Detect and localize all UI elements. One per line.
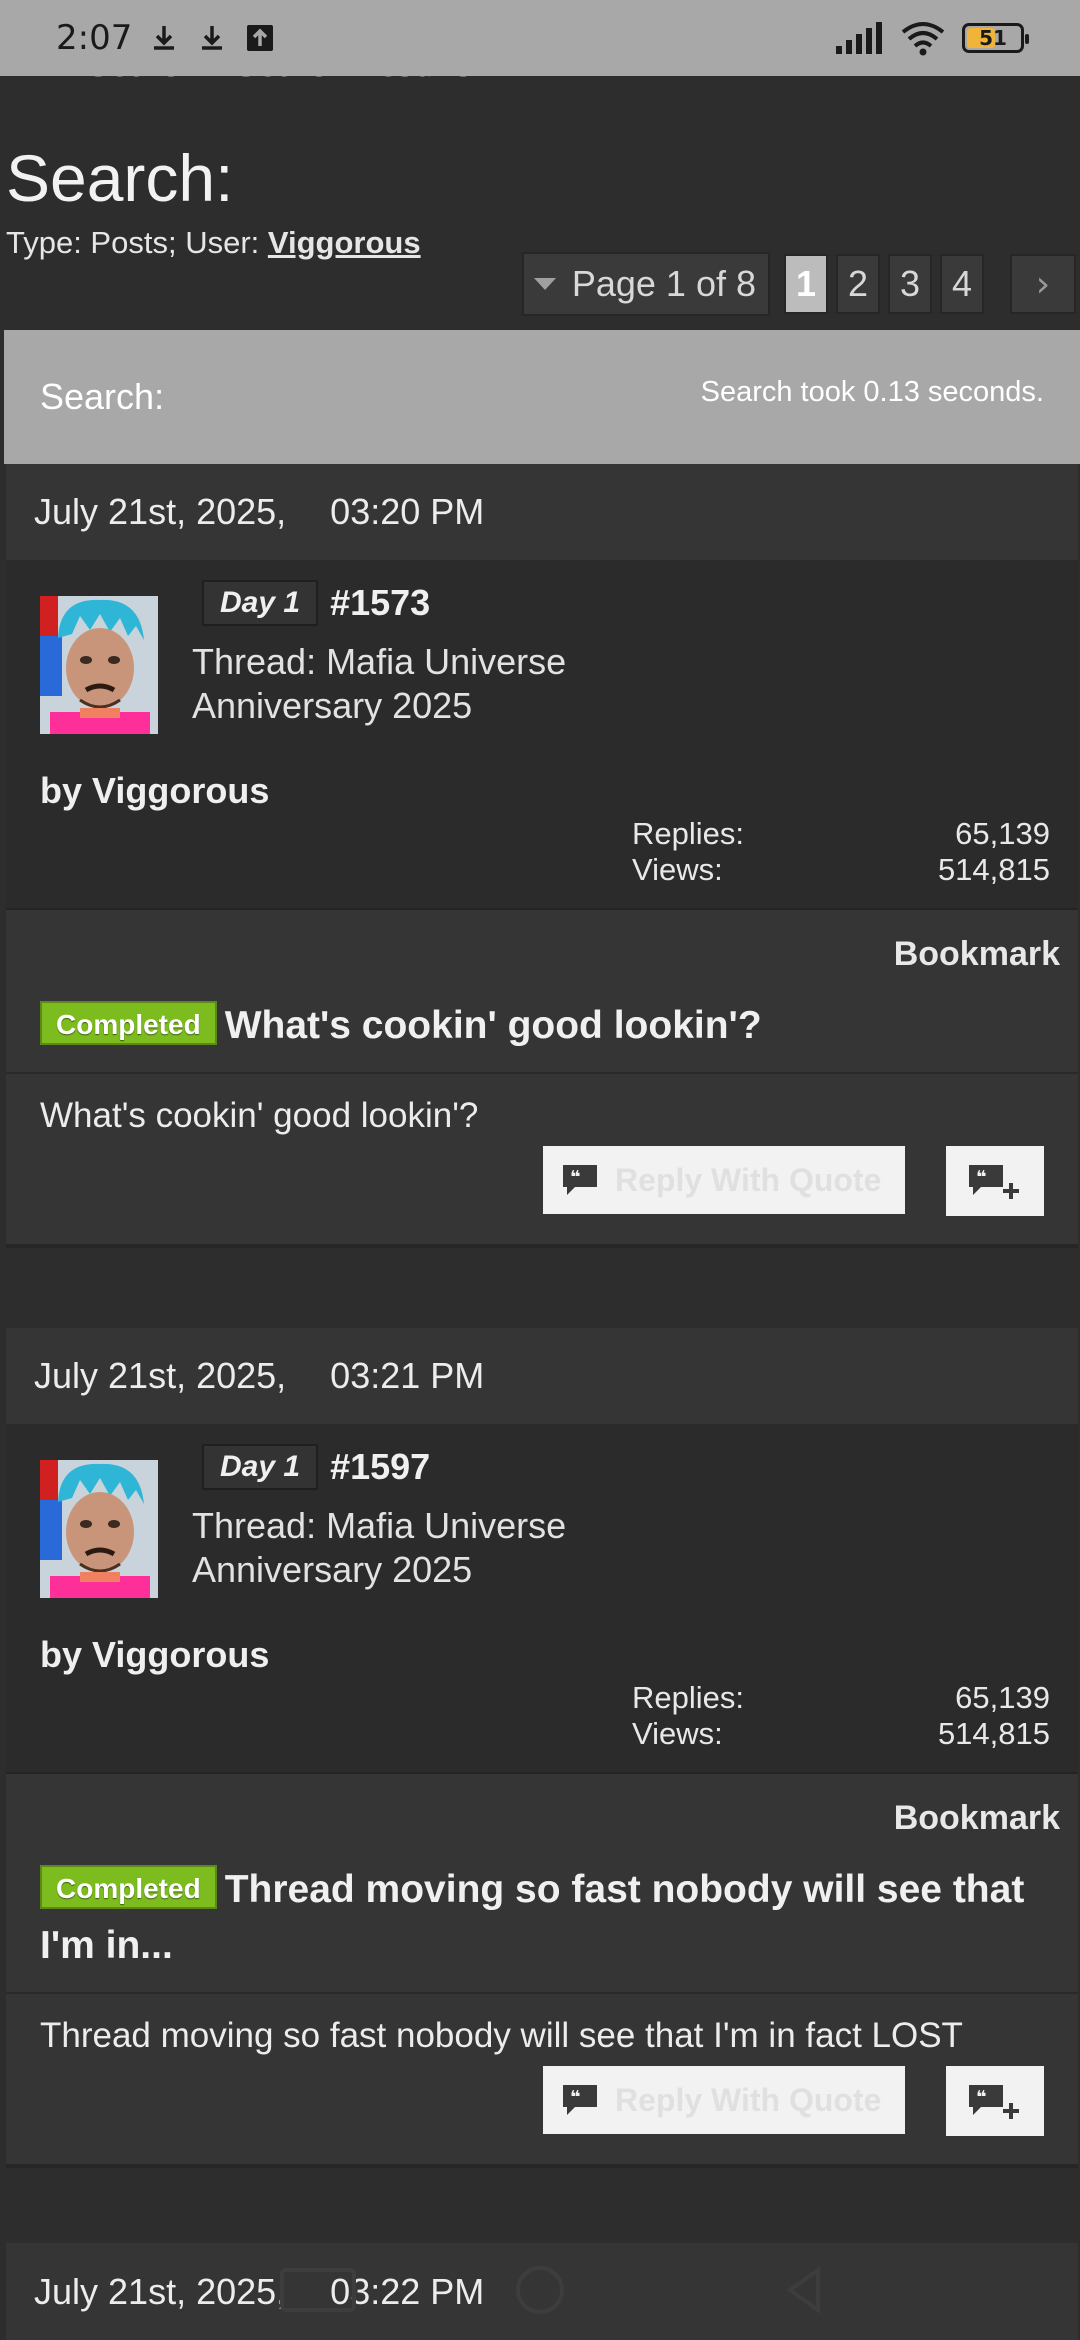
quote-icon: ❝ [563,2085,597,2115]
post-title[interactable]: Completed Thread moving so fast nobody wi… [6,1862,1078,1994]
avatar[interactable] [40,596,158,734]
page-jump-dropdown[interactable]: Page 1 of 8 [521,252,770,316]
multi-quote-button[interactable]: ❝ [946,2066,1044,2136]
wifi-icon [901,22,945,56]
post-number[interactable]: #1573 [330,582,430,624]
post-author[interactable]: by Viggorous [40,770,269,812]
multiquote-plus-icon: ❝ [969,1165,1019,1199]
page-title: Search: [6,141,234,215]
thread-stats: Replies: 65,139 Views: 514,815 [632,816,1050,887]
thread-link[interactable]: Thread: Mafia Universe Anniversary 2025 [192,640,572,728]
svg-text:❝: ❝ [976,1167,987,1188]
reply-with-quote-button[interactable]: ❝ Reply With Quote [543,2066,905,2134]
search-result-post: July 21st, 2025, 03:21 PM Day 1 #1597 Thr… [6,1328,1078,2168]
download-icon [202,26,223,50]
post-author[interactable]: by Viggorous [40,1634,269,1676]
replies-count: 65,139 [955,1680,1050,1715]
user-link[interactable]: Viggorous [268,225,421,260]
post-date: July 21st, 2025, 03:20 PM [6,464,1078,560]
post-body: Bookmark Completed Thread moving so fast … [6,1774,1078,2168]
post-userinfo: Day 1 #1573 Thread: Mafia Universe Anniv… [6,560,1078,910]
search-time: Search took 0.13 seconds. [700,375,1044,408]
post-number[interactable]: #1597 [330,1446,430,1488]
download-icon [154,26,175,50]
search-header-title: Search: [40,376,165,417]
svg-text:❝: ❝ [570,2087,581,2108]
post-message: Thread moving so fast nobody will see th… [40,2016,963,2055]
page-link-3[interactable]: 3 [888,254,932,314]
signal-icon [836,22,882,54]
replies-count: 65,139 [955,816,1050,851]
svg-text:❝: ❝ [570,1167,581,1188]
bookmark-link[interactable]: Bookmark [894,1799,1060,1838]
status-bar: 2:07 51 [0,0,1080,76]
thread-link[interactable]: Thread: Mafia Universe Anniversary 2025 [192,1504,572,1592]
upload-icon [247,25,274,51]
status-time: 2:07 [56,18,133,58]
day-tag: Day 1 [202,580,319,626]
search-criteria: Type: Posts; User: Viggorous [6,225,421,260]
post-message: What's cookin' good lookin'? [40,1096,479,1135]
completed-badge: Completed [40,1865,217,1909]
completed-badge: Completed [40,1001,217,1045]
post-date: July 21st, 2025, 03:22 PM [6,2243,1078,2340]
search-result-post: July 21st, 2025, 03:20 PM Day 1 #1573 Thr… [6,464,1078,1248]
quote-icon: ❝ [563,1165,597,1195]
search-header: Search: Search took 0.13 seconds. [4,330,1080,464]
battery-icon: 51 [962,23,1029,53]
multi-quote-button[interactable]: ❝ [946,1146,1044,1216]
svg-text:❝: ❝ [976,2087,987,2108]
page-link-1[interactable]: 1 [784,254,828,314]
thread-stats: Replies: 65,139 Views: 514,815 [632,1680,1050,1751]
views-count: 514,815 [937,852,1050,887]
page-link-4[interactable]: 4 [940,254,984,314]
day-tag: Day 1 [202,1444,319,1490]
post-date: July 21st, 2025, 03:21 PM [6,1328,1078,1424]
caret-down-icon [533,278,556,290]
post-body: Bookmark Completed What's cookin' good lo… [6,910,1078,1248]
multiquote-plus-icon: ❝ [969,2085,1019,2119]
next-page-button[interactable]: › [1010,254,1076,314]
reply-with-quote-button[interactable]: ❝ Reply With Quote [543,1146,905,1214]
avatar[interactable] [40,1460,158,1598]
pagination: Page 1 of 8 1 2 3 4 › [521,252,1076,316]
post-title[interactable]: Completed What's cookin' good lookin'? [6,998,1078,1074]
bookmark-link[interactable]: Bookmark [894,935,1060,974]
views-count: 514,815 [937,1716,1050,1751]
page-link-2[interactable]: 2 [836,254,880,314]
post-userinfo: Day 1 #1597 Thread: Mafia Universe Anniv… [6,1424,1078,1774]
